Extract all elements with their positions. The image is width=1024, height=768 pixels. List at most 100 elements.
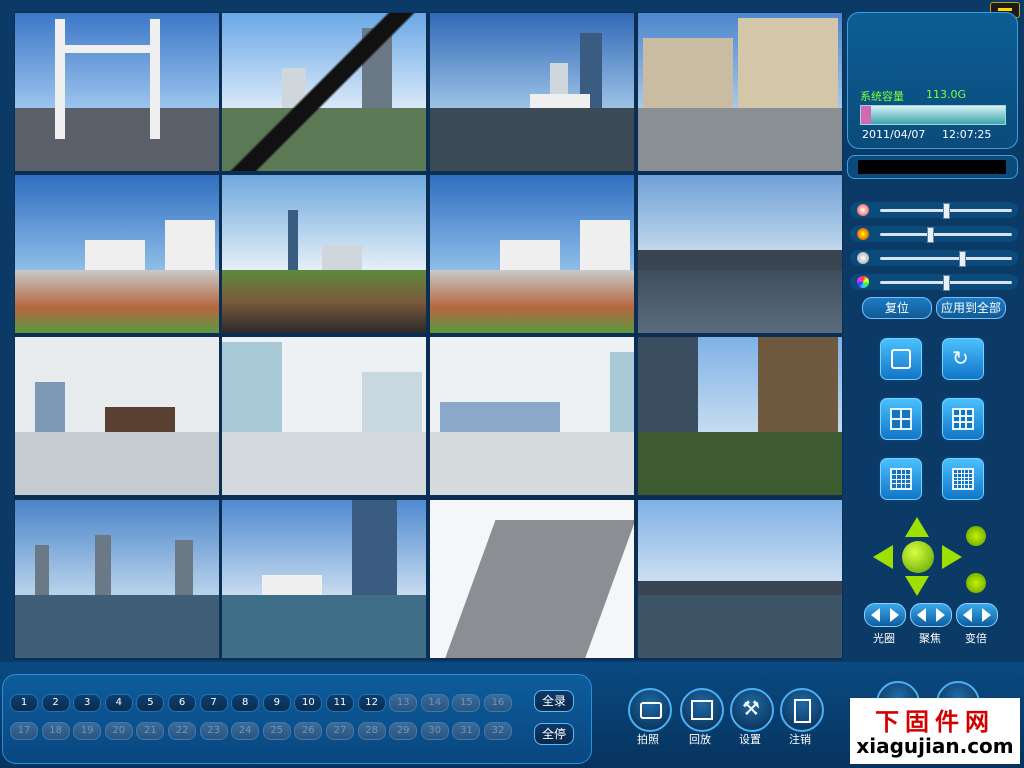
settings-button[interactable]: ⚒ [730, 688, 774, 732]
channel-button-17[interactable]: 17 [10, 722, 38, 740]
channel-button-29[interactable]: 29 [389, 722, 418, 740]
channel-button-30[interactable]: 30 [420, 722, 449, 740]
ptz-up-arrow[interactable] [905, 517, 929, 537]
camera-view-8[interactable] [637, 174, 843, 334]
ptz-right-arrow[interactable] [942, 545, 962, 569]
channel-button-8[interactable]: 8 [231, 694, 260, 712]
reset-button[interactable]: 复位 [862, 297, 932, 319]
contrast-slider[interactable] [850, 226, 1018, 243]
camera-view-11[interactable] [429, 336, 635, 496]
layout-4-button[interactable] [878, 396, 924, 442]
layout-16-button[interactable] [878, 456, 924, 502]
ptz-center-button[interactable] [902, 541, 934, 573]
playback-label: 回放 [689, 733, 711, 746]
camera-view-10[interactable] [221, 336, 427, 496]
camera-view-14[interactable] [221, 499, 427, 659]
grid-2x2-icon [890, 408, 912, 430]
channel-button-25[interactable]: 25 [262, 722, 291, 740]
brightness-slider[interactable] [850, 202, 1018, 219]
hue-slider[interactable] [850, 274, 1018, 291]
channel-button-1[interactable]: 1 [10, 694, 38, 712]
iris-label: 光圈 [873, 632, 895, 645]
focus-control[interactable] [910, 603, 952, 627]
date-display: 2011/04/07 [862, 128, 926, 141]
saturation-slider[interactable] [850, 250, 1018, 267]
channel-button-12[interactable]: 12 [357, 694, 386, 712]
capacity-value: 113.0G [926, 88, 967, 101]
channel-button-27[interactable]: 27 [326, 722, 354, 740]
ptz-control-button[interactable] [878, 336, 924, 382]
focus-label: 聚焦 [919, 632, 941, 645]
playback-button[interactable] [680, 688, 724, 732]
camera-view-5[interactable] [14, 174, 220, 334]
ptz-plus-button[interactable] [966, 526, 986, 546]
channel-button-4[interactable]: 4 [104, 694, 133, 712]
channel-button-21[interactable]: 21 [136, 722, 165, 740]
time-display: 12:07:25 [942, 128, 992, 141]
layout-25-button[interactable] [940, 456, 986, 502]
brightness-icon [857, 204, 869, 216]
channel-button-11[interactable]: 11 [326, 694, 354, 712]
zoom-control[interactable] [956, 603, 998, 627]
channel-button-31[interactable]: 31 [452, 722, 481, 740]
camera-view-13[interactable] [14, 499, 220, 659]
brightness-slider-thumb[interactable] [943, 203, 950, 219]
iris-control[interactable] [864, 603, 906, 627]
camera-view-9[interactable] [14, 336, 220, 496]
channel-button-16[interactable]: 16 [484, 694, 512, 712]
channel-button-14[interactable]: 14 [420, 694, 449, 712]
ptz-left-arrow[interactable] [873, 545, 893, 569]
channel-button-6[interactable]: 6 [168, 694, 196, 712]
capacity-bar [860, 105, 1006, 125]
channel-button-18[interactable]: 18 [41, 722, 70, 740]
camera-icon [640, 702, 662, 719]
channel-button-23[interactable]: 23 [199, 722, 228, 740]
move-icon [891, 349, 911, 369]
hue-slider-thumb[interactable] [943, 275, 950, 291]
channel-button-7[interactable]: 7 [199, 694, 228, 712]
ptz-down-arrow[interactable] [905, 576, 929, 596]
channel-button-26[interactable]: 26 [294, 722, 323, 740]
message-box [847, 155, 1018, 179]
camera-view-16[interactable] [637, 499, 843, 659]
channel-button-13[interactable]: 13 [389, 694, 418, 712]
camera-view-2[interactable] [221, 12, 427, 172]
record-all-button[interactable]: 全录 [534, 690, 574, 712]
channel-button-32[interactable]: 32 [484, 722, 512, 740]
channel-button-9[interactable]: 9 [262, 694, 291, 712]
saturation-slider-thumb[interactable] [958, 251, 966, 267]
apply-all-button[interactable]: 应用到全部 [936, 297, 1006, 319]
channel-button-5[interactable]: 5 [136, 694, 165, 712]
ptz-minus-button[interactable] [966, 573, 986, 593]
minimize-icon [998, 8, 1012, 11]
camera-view-6[interactable] [221, 174, 427, 334]
channel-button-28[interactable]: 28 [357, 722, 386, 740]
channel-button-24[interactable]: 24 [231, 722, 260, 740]
stop-all-button[interactable]: 全停 [534, 723, 574, 745]
channel-panel [2, 674, 592, 764]
channel-button-20[interactable]: 20 [104, 722, 133, 740]
channel-button-22[interactable]: 22 [168, 722, 196, 740]
logout-button[interactable] [780, 688, 824, 732]
channel-button-10[interactable]: 10 [294, 694, 323, 712]
tools-icon: ⚒ [742, 696, 760, 720]
channel-button-19[interactable]: 19 [73, 722, 102, 740]
layout-9-button[interactable] [940, 396, 986, 442]
camera-view-7[interactable] [429, 174, 635, 334]
camera-view-4[interactable] [637, 12, 843, 172]
saturation-slider-track[interactable] [880, 257, 1012, 260]
grid-5x5-icon [952, 468, 974, 490]
saturation-icon [857, 252, 869, 264]
snapshot-button[interactable] [628, 688, 672, 732]
watermark-title: 下固件网 [875, 708, 995, 736]
camera-view-12[interactable] [637, 336, 843, 496]
camera-view-15[interactable] [429, 499, 635, 659]
contrast-slider-thumb[interactable] [927, 227, 935, 243]
rotate-button[interactable]: ↻ [940, 336, 986, 382]
camera-view-1[interactable] [14, 12, 220, 172]
contrast-slider-track[interactable] [880, 233, 1012, 236]
channel-button-3[interactable]: 3 [73, 694, 102, 712]
camera-view-3[interactable] [429, 12, 635, 172]
channel-button-15[interactable]: 15 [452, 694, 481, 712]
channel-button-2[interactable]: 2 [41, 694, 70, 712]
